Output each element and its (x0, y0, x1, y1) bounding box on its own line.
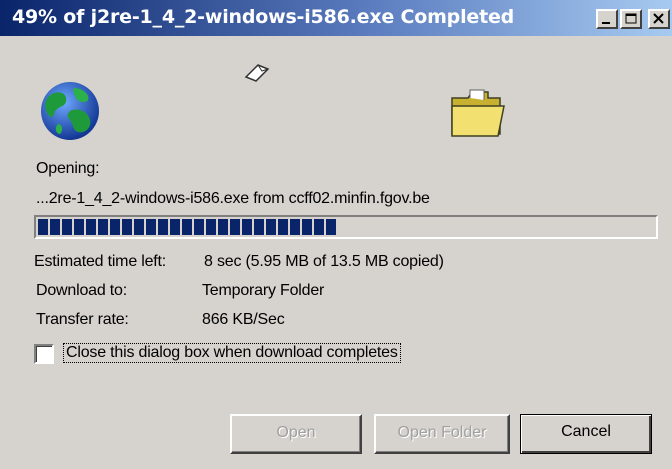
download-to-label: Download to: (36, 282, 127, 299)
open-folder-button[interactable]: Open Folder (374, 414, 510, 454)
maximize-button[interactable] (620, 9, 642, 29)
close-icon (653, 13, 664, 24)
transfer-animation (0, 36, 672, 156)
folder-icon (451, 89, 505, 137)
transfer-rate-label: Transfer rate: (36, 311, 129, 328)
time-left-label: Estimated time left: (34, 253, 167, 270)
open-button[interactable]: Open (230, 414, 362, 454)
paper-icon (244, 64, 270, 82)
transfer-rate-value: 866 KB/Sec (202, 311, 285, 328)
globe-icon (41, 82, 99, 140)
opening-label: Opening: (36, 160, 100, 177)
minimize-icon (602, 22, 610, 24)
download-progress-bar (34, 215, 658, 239)
download-dialog: 49% of j2re-1_4_2-windows-i586.exe Compl… (0, 0, 672, 469)
download-to-value: Temporary Folder (202, 282, 325, 299)
cancel-button[interactable]: Cancel (520, 414, 652, 454)
close-on-complete-checkbox[interactable] (34, 344, 54, 364)
file-source-text: ...2re-1_4_2-windows-i586.exe from ccff0… (36, 190, 430, 207)
minimize-button[interactable] (596, 9, 618, 29)
window-title: 49% of j2re-1_4_2-windows-i586.exe Compl… (12, 6, 515, 28)
time-left-value: 8 sec (5.95 MB of 13.5 MB copied) (204, 253, 444, 270)
close-button[interactable] (648, 9, 670, 29)
progress-fill (38, 219, 338, 235)
maximize-icon (625, 13, 637, 24)
title-bar[interactable]: 49% of j2re-1_4_2-windows-i586.exe Compl… (0, 0, 672, 36)
close-on-complete-label[interactable]: Close this dialog box when download comp… (63, 343, 401, 363)
